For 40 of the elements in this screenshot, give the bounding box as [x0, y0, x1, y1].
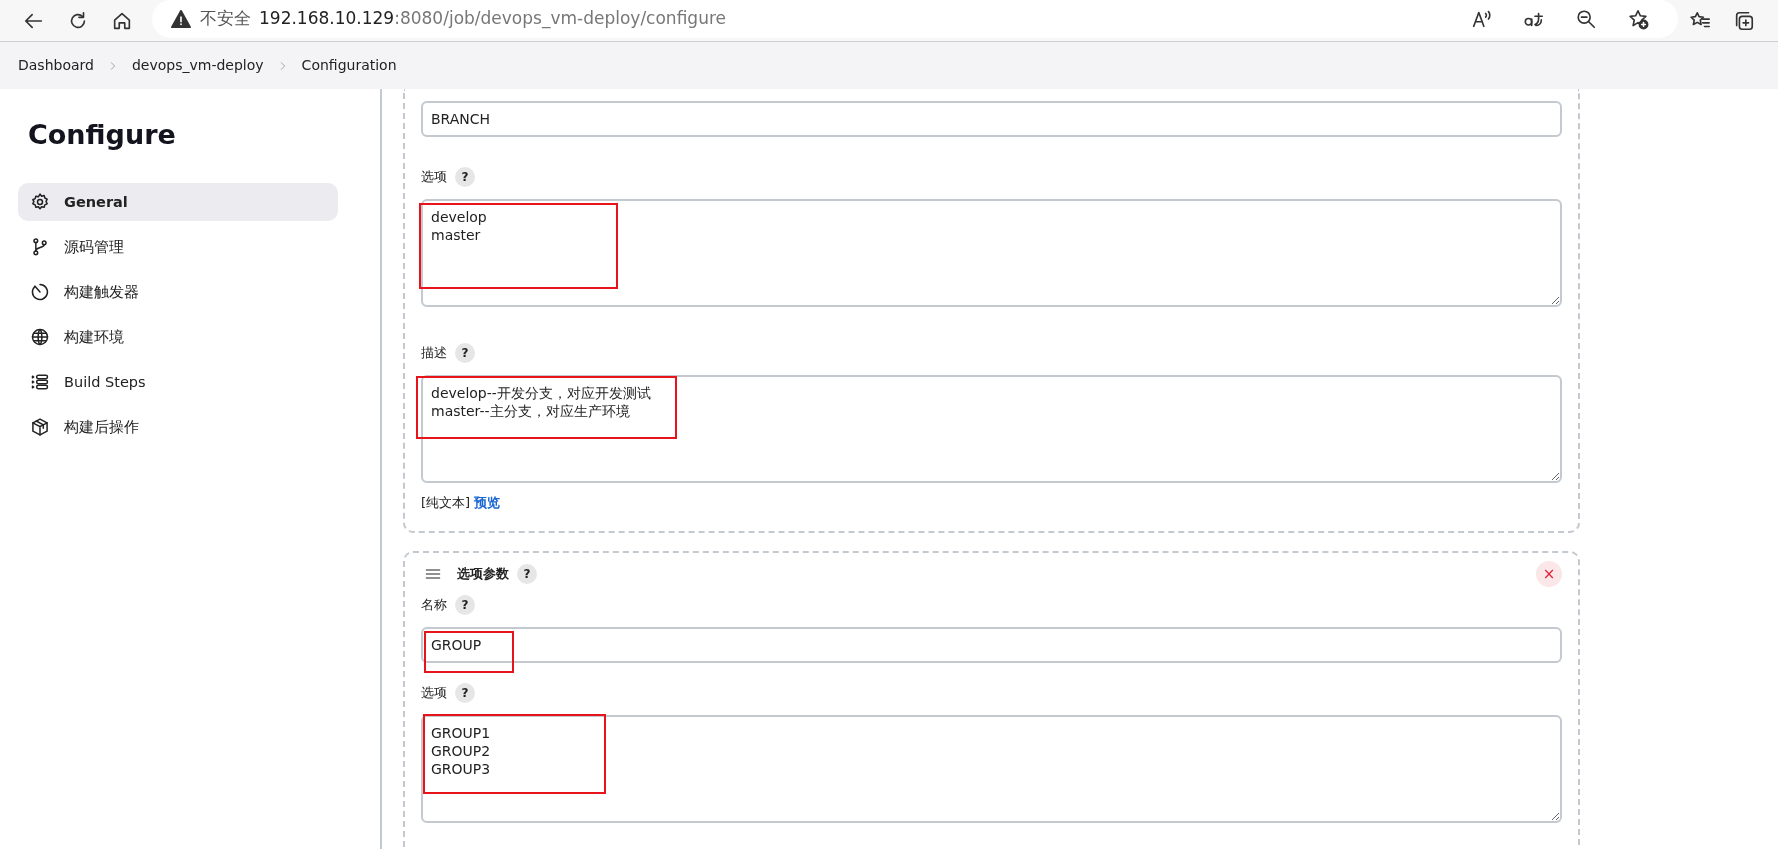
collections-icon[interactable] — [1733, 9, 1755, 32]
sidebar-item[interactable]: 源码管理 — [18, 228, 338, 267]
branch-icon — [30, 237, 50, 258]
field-label: 选项 — [421, 683, 447, 702]
drag-handle-icon[interactable] — [425, 566, 441, 581]
warning-icon[interactable] — [170, 7, 192, 30]
parameter-title: 选项参数 — [457, 564, 509, 583]
page-title: Configure — [28, 119, 177, 152]
timer-icon — [30, 282, 50, 303]
field-label: 描述 — [421, 344, 447, 363]
help-button[interactable]: ? — [455, 682, 475, 703]
security-label[interactable]: 不安全 — [200, 5, 251, 32]
input-field[interactable]: BRANCH — [421, 101, 1562, 137]
help-button[interactable]: ? — [455, 343, 475, 363]
format-label: [纯文本] — [421, 495, 471, 510]
sidebar-item[interactable]: 构建后操作 — [18, 408, 338, 447]
breadcrumb-link[interactable]: Configuration — [301, 55, 397, 76]
field-label: 选项 — [421, 168, 447, 187]
help-button[interactable]: ? — [455, 167, 475, 187]
sidebar-item[interactable]: 构建环境 — [18, 318, 338, 357]
preview-link[interactable]: 预览 — [474, 495, 501, 510]
help-button[interactable]: ? — [517, 563, 537, 584]
package-icon — [30, 417, 50, 438]
input-field[interactable]: GROUP — [421, 626, 1562, 663]
text-area[interactable]: develop master — [421, 199, 1562, 307]
globe-icon — [30, 327, 50, 348]
breadcrumb-link[interactable]: Dashboard — [18, 55, 94, 76]
sidebar-item[interactable]: 构建触发器 — [18, 273, 338, 312]
add-favorite-icon[interactable] — [1627, 7, 1649, 30]
close-button[interactable]: × — [1536, 560, 1562, 587]
sidebar-item[interactable]: General — [18, 183, 338, 222]
address-text: 192.168.10.129:8080/job/devops_vm-deploy/configure — [259, 6, 726, 31]
sidebar-item[interactable]: Build Steps — [18, 363, 338, 402]
field-label: 名称 — [421, 595, 447, 614]
text-area[interactable]: GROUP1 GROUP2 GROUP3 — [421, 714, 1562, 823]
text-area[interactable]: develop--开发分支，对应开发测试 master--主分支，对应生产环境 — [421, 375, 1562, 483]
zoom-out-icon[interactable] — [1575, 7, 1597, 30]
help-button[interactable]: ? — [455, 594, 475, 615]
breadcrumb-link[interactable]: devops_vm-deploy — [131, 55, 264, 76]
address-bar[interactable]: 不安全 192.168.10.129:8080/job/devops_vm-deploy/configure — [152, 0, 1678, 38]
